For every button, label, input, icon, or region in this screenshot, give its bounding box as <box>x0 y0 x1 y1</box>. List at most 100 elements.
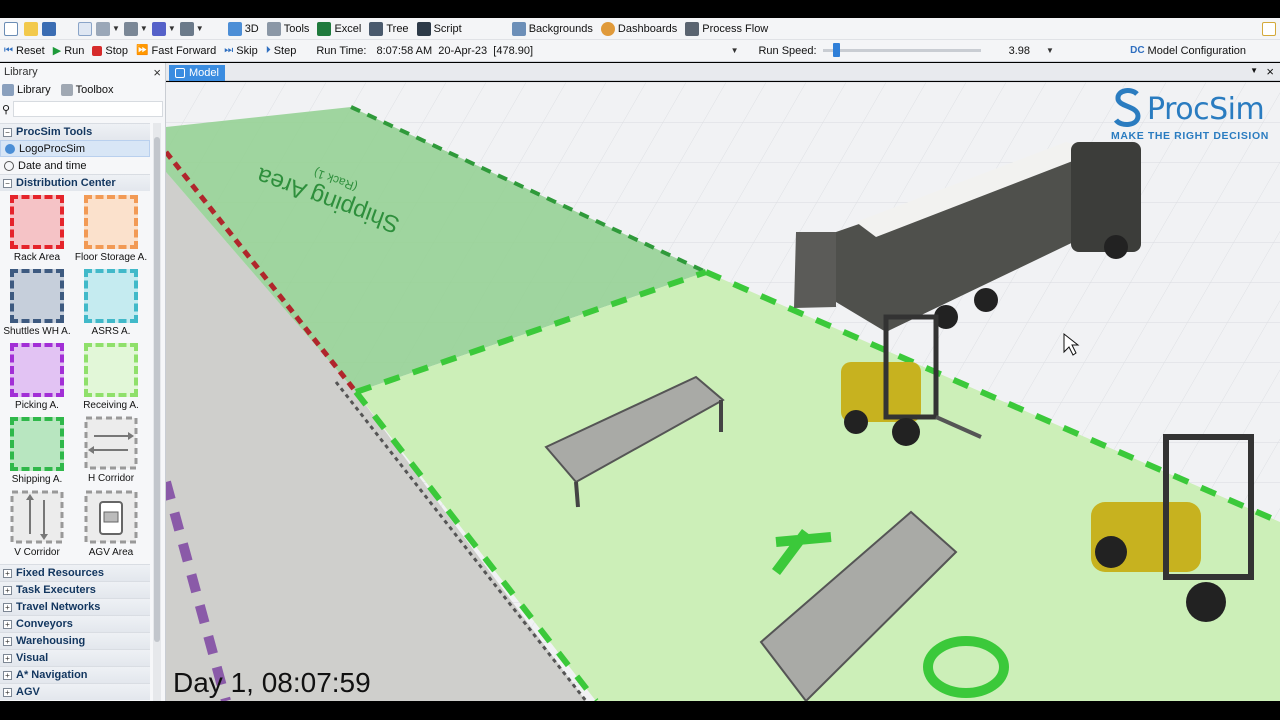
tree-button[interactable]: Tree <box>365 19 412 39</box>
group-fixed-resources[interactable]: + Fixed Resources <box>0 564 150 581</box>
expand-icon: + <box>3 602 12 612</box>
chevron-down-icon: ▼ <box>112 24 120 33</box>
new-file-icon <box>4 21 18 36</box>
run-speed-slider-thumb[interactable] <box>832 43 840 57</box>
backgrounds-button[interactable]: Backgrounds <box>508 19 597 39</box>
main-toolbar: ▼ ▼ ▼ ▼ 3D Tools Excel Tree Script Backg… <box>0 18 1280 40</box>
clock-icon <box>4 160 14 171</box>
stop-label: Stop <box>105 44 129 57</box>
run-speed-dropdown[interactable]: ▼ <box>1046 46 1054 55</box>
run-speed-slider[interactable] <box>822 43 981 57</box>
stop-icon <box>92 45 103 56</box>
fast-forward-button[interactable]: ⏩ Fast Forward <box>132 41 220 61</box>
procsim-logo-mark-icon <box>1113 88 1141 127</box>
run-button[interactable]: ▶ Run <box>49 41 89 61</box>
tile-asrs[interactable]: ASRS A. <box>74 268 148 340</box>
process-flow-button[interactable]: Process Flow <box>681 19 772 39</box>
group-warehousing[interactable]: + Warehousing <box>0 632 150 649</box>
group-label: Fixed Resources <box>16 567 105 579</box>
procsim-logo-tagline: MAKE THE RIGHT DECISION <box>1111 130 1269 142</box>
expand-icon: + <box>3 636 12 646</box>
3d-icon <box>227 21 242 36</box>
tab-model[interactable]: Model <box>169 65 225 81</box>
library-header: Library × <box>0 63 165 81</box>
collapse-icon: − <box>3 127 12 137</box>
group-travel-networks[interactable]: + Travel Networks <box>0 598 150 615</box>
group-a-star-navigation[interactable]: + A* Navigation <box>0 666 150 683</box>
tile-shipping[interactable]: Shipping A. <box>0 416 74 488</box>
expand-icon: + <box>3 687 12 697</box>
tile-agv-area[interactable]: AGV Area <box>74 490 148 562</box>
library-tabs: Library Toolbox <box>0 81 165 99</box>
stop-button[interactable]: Stop <box>88 41 132 61</box>
run-speed-value: 3.98 <box>1008 44 1031 57</box>
shape-tool-button[interactable]: ▼ <box>94 19 122 39</box>
tile-v-corridor[interactable]: V Corridor <box>0 490 74 562</box>
step-button[interactable]: ⏵ Step <box>262 41 301 61</box>
reset-button[interactable]: ⏮ Reset <box>0 41 49 61</box>
tile-label: Picking A. <box>15 400 59 411</box>
run-time-value: 8:07:58 AM 20-Apr-23 [478.90] <box>376 44 534 57</box>
model-3d-view[interactable]: Shipping Area (Rack 1) ProcSim MAKE THE … <box>166 82 1280 701</box>
run-time-dropdown[interactable]: 8:07:58 AM 20-Apr-23 [478.90] ▼ <box>372 43 742 59</box>
play-icon: ▶ <box>52 45 62 57</box>
tools-icon <box>266 21 281 36</box>
close-icon[interactable]: × <box>1266 64 1274 79</box>
tab-toolbox[interactable]: Toolbox <box>60 84 114 96</box>
dashboards-button[interactable]: Dashboards <box>597 19 681 39</box>
dashboards-icon <box>600 21 615 36</box>
group-visual[interactable]: + Visual <box>0 649 150 666</box>
backgrounds-label: Backgrounds <box>528 22 593 35</box>
model-configuration-button[interactable]: DC Model Configuration <box>1126 41 1250 61</box>
library-scrollbar-thumb[interactable] <box>154 137 160 642</box>
script-button[interactable]: Script <box>413 19 466 39</box>
bottom-letterbox <box>0 701 1280 720</box>
edit-tool-button[interactable]: ▼ <box>178 19 206 39</box>
list-item-date-and-time[interactable]: Date and time <box>0 157 150 174</box>
tree-icon <box>369 21 384 36</box>
skip-button[interactable]: ⏭ Skip <box>220 41 261 61</box>
open-file-button[interactable] <box>22 19 40 39</box>
close-icon[interactable]: × <box>153 65 161 80</box>
tile-label: V Corridor <box>14 547 60 558</box>
list-item-logoprocsim[interactable]: LogoProcSim <box>0 140 150 157</box>
connect-tool-button[interactable]: ▼ <box>122 19 150 39</box>
tab-menu-icon[interactable]: ▼ <box>1250 66 1258 75</box>
library-filter-input[interactable] <box>13 101 163 117</box>
model-configuration-label: Model Configuration <box>1147 44 1246 57</box>
new-file-button[interactable] <box>0 19 22 39</box>
library-scrollbar[interactable] <box>153 123 161 701</box>
tile-h-corridor[interactable]: H Corridor <box>74 416 148 488</box>
restore-window-button[interactable] <box>1258 19 1280 39</box>
rack-area-icon <box>10 195 64 249</box>
tile-shuttles-wh[interactable]: Shuttles WH A. <box>0 268 74 340</box>
tools-button[interactable]: Tools <box>263 19 314 39</box>
save-button[interactable] <box>40 19 58 39</box>
tile-floor-storage[interactable]: Floor Storage A. <box>74 194 148 266</box>
group-procsim-tools[interactable]: − ProcSim Tools <box>0 123 150 140</box>
fast-forward-label: Fast Forward <box>151 44 217 57</box>
model-configuration-icon: DC <box>1130 45 1145 56</box>
tile-label: Floor Storage A. <box>74 252 148 263</box>
select-mode-button[interactable] <box>76 19 94 39</box>
connect-icon <box>123 21 138 36</box>
group-label: Visual <box>16 652 49 664</box>
group-conveyors[interactable]: + Conveyors <box>0 615 150 632</box>
tile-picking[interactable]: Picking A. <box>0 342 74 414</box>
group-distribution-center[interactable]: − Distribution Center <box>0 174 150 191</box>
filter-icon[interactable]: ⚲ <box>2 103 10 116</box>
vertical-arrows-icon <box>10 490 64 544</box>
tile-receiving[interactable]: Receiving A. <box>74 342 148 414</box>
group-task-executers[interactable]: + Task Executers <box>0 581 150 598</box>
group-agv[interactable]: + AGV <box>0 683 150 700</box>
tab-library[interactable]: Library <box>2 84 51 96</box>
collapse-icon: − <box>3 178 12 188</box>
run-label: Run <box>64 44 85 57</box>
3d-button[interactable]: 3D <box>224 19 263 39</box>
tile-rack-area[interactable]: Rack Area <box>0 194 74 266</box>
shipping-area-icon <box>10 417 64 471</box>
color-tool-button[interactable]: ▼ <box>150 19 178 39</box>
excel-button[interactable]: Excel <box>313 19 365 39</box>
agv-icon <box>84 490 138 544</box>
dashboards-label: Dashboards <box>617 22 678 35</box>
